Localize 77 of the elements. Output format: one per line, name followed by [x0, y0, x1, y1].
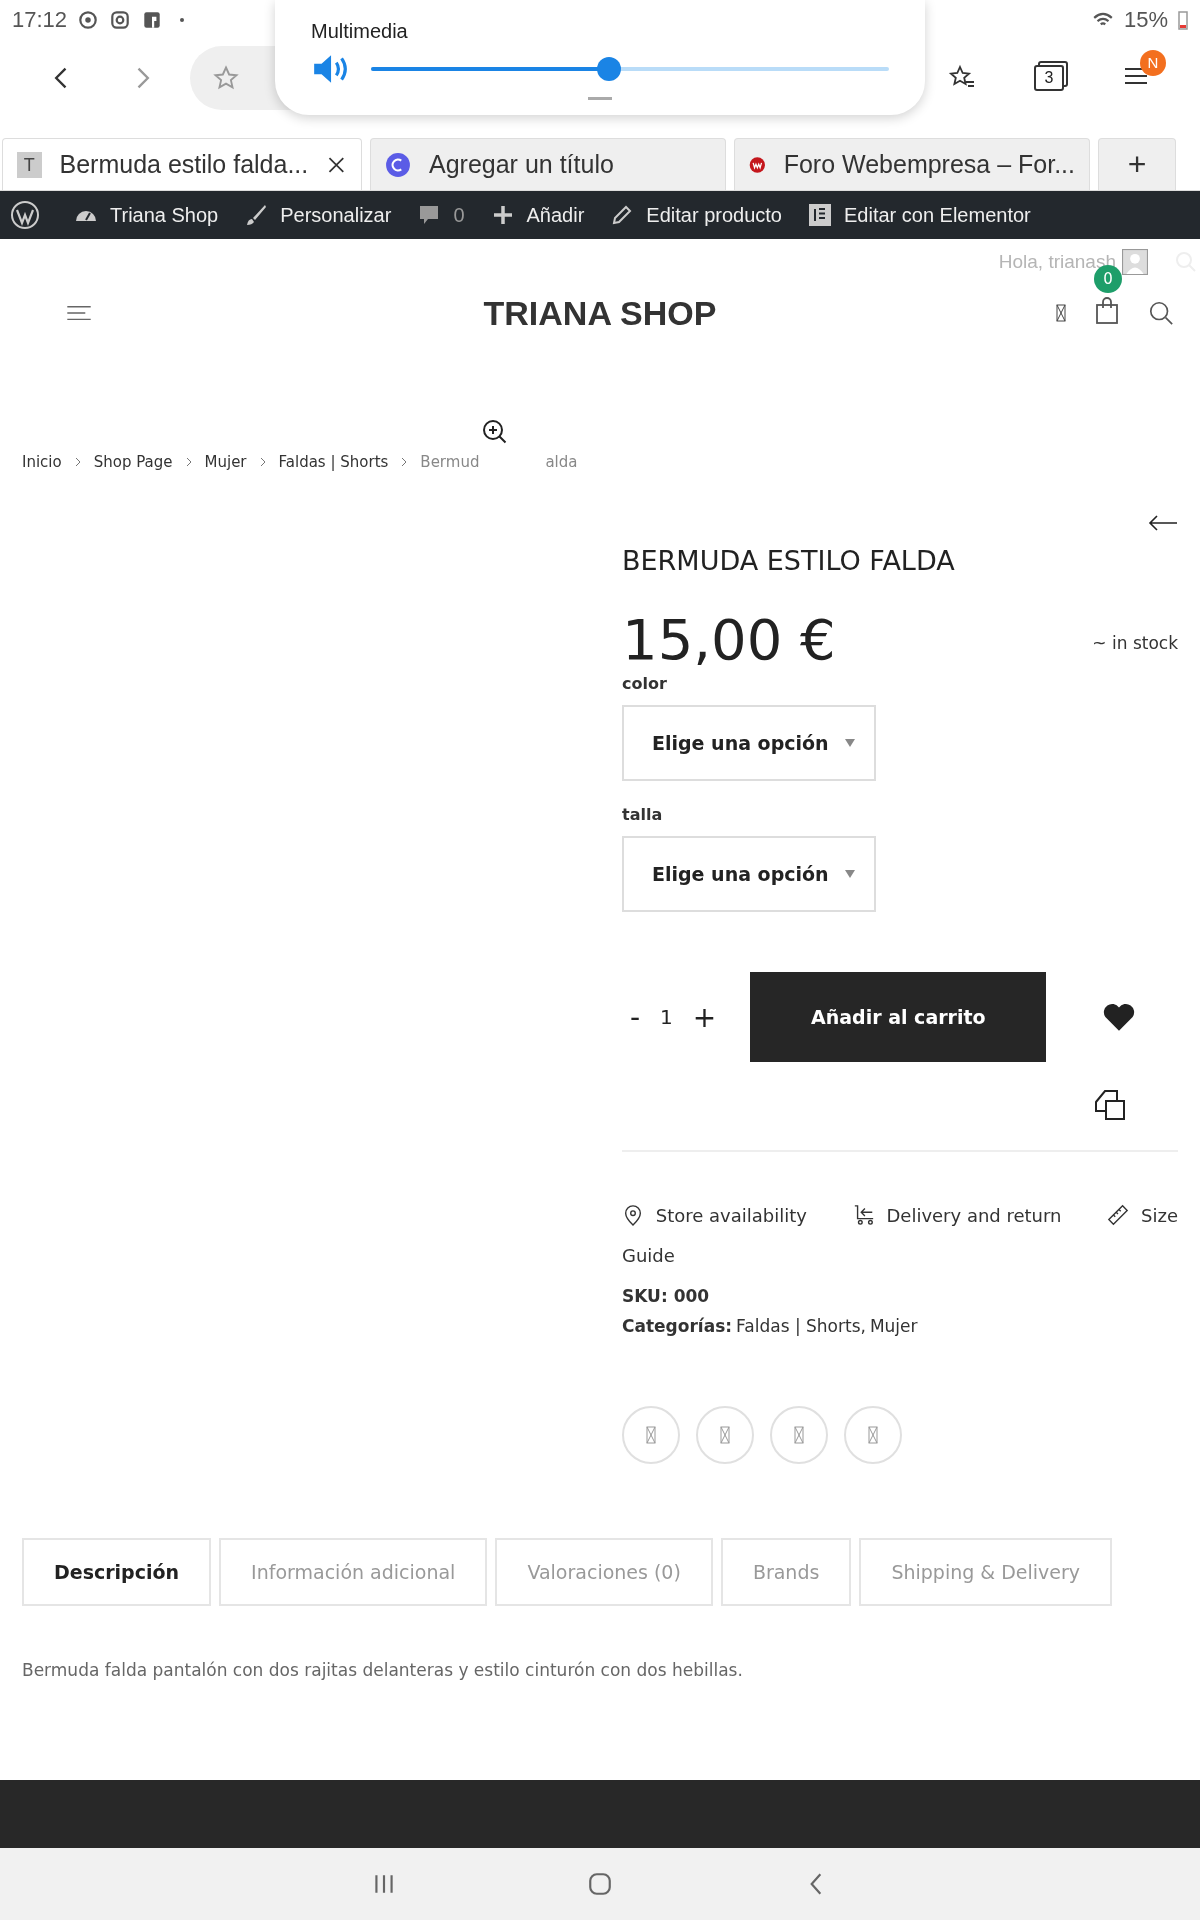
- attribute-label: color: [622, 674, 668, 693]
- browser-tab[interactable]: T Bermuda estilo falda...: [2, 138, 362, 190]
- location-pin-icon: [622, 1204, 644, 1226]
- chevron-icon: [259, 457, 266, 467]
- favicon-icon: [385, 151, 411, 178]
- star-icon[interactable]: [212, 64, 240, 92]
- admin-bar-item[interactable]: 0: [417, 203, 465, 227]
- camera-icon: [109, 9, 132, 31]
- breadcrumb-current: alda: [545, 453, 578, 471]
- admin-bar-item[interactable]: Personalizar: [244, 203, 392, 227]
- dropdown-arrow-icon: [844, 870, 855, 878]
- battery-level: 15%: [1123, 7, 1168, 33]
- breadcrumb-link[interactable]: Mujer: [204, 453, 247, 471]
- product-link[interactable]: Delivery and return: [852, 1196, 1062, 1236]
- missing-glyph-icon: [646, 1425, 656, 1445]
- chevron-icon: [74, 457, 81, 467]
- cart-return-icon: [852, 1204, 875, 1226]
- sync-icon: [77, 9, 100, 31]
- brush-icon: [244, 203, 269, 227]
- notification-badge: N: [1140, 50, 1166, 76]
- categories-label: Categorías:: [622, 1316, 733, 1336]
- admin-bar-item[interactable]: Añadir: [490, 203, 585, 227]
- option-select[interactable]: Elige una opción: [622, 705, 876, 781]
- zoom-in-icon[interactable]: [482, 419, 508, 445]
- dropdown-arrow-icon: [844, 739, 855, 747]
- volume-slider[interactable]: [371, 57, 889, 81]
- wordpress-icon[interactable]: [10, 200, 40, 230]
- copy-icon[interactable]: [1093, 1088, 1127, 1122]
- back-arrow-icon[interactable]: [1148, 515, 1178, 531]
- add-to-cart-button[interactable]: Añadir al carrito: [750, 972, 1047, 1062]
- decrease-button[interactable]: -: [630, 1000, 641, 1034]
- speaker-icon[interactable]: [311, 53, 349, 85]
- product-tab[interactable]: Descripción: [22, 1538, 212, 1606]
- shopping-bag-icon[interactable]: [1094, 297, 1120, 325]
- admin-bar-item[interactable]: Editar con Elementor: [807, 203, 1031, 227]
- popup-title: Multimedia: [311, 20, 409, 43]
- product-description: Bermuda falda pantalón con dos rajitas delanteras y estilo cinturón con dos hebillas.: [22, 1660, 744, 1680]
- clock: 17:12: [12, 7, 68, 33]
- elementor-icon: [807, 203, 832, 227]
- browser-tab[interactable]: Foro Webempresa – For...: [734, 138, 1090, 190]
- admin-bar-item[interactable]: Triana Shop: [74, 203, 219, 227]
- browser-tab[interactable]: Agregar un título: [370, 138, 726, 190]
- avatar-icon: [1122, 249, 1148, 275]
- breadcrumb-current: Bermud: [420, 453, 480, 471]
- option-select[interactable]: Elige una opción: [622, 836, 876, 912]
- separator-text: ,: [860, 1316, 866, 1336]
- home-icon[interactable]: [587, 1871, 613, 1897]
- sku-text: SKU: 000: [622, 1286, 711, 1306]
- stock-status: ~ in stock: [1092, 633, 1178, 653]
- category-link[interactable]: Mujer: [869, 1316, 918, 1336]
- missing-glyph-icon: [720, 1425, 730, 1445]
- product-price: 15,00 €: [622, 612, 836, 668]
- product-title: BERMUDA ESTILO FALDA: [622, 545, 956, 576]
- product-link[interactable]: Guide: [622, 1236, 675, 1276]
- product-link[interactable]: Store availability: [622, 1196, 807, 1236]
- attribute-label: talla: [622, 805, 664, 824]
- menu-icon[interactable]: [66, 304, 92, 322]
- product-link[interactable]: Size: [1107, 1196, 1178, 1236]
- chevron-icon: [185, 457, 192, 467]
- battery-icon: [1178, 9, 1188, 31]
- breadcrumb-link[interactable]: Faldas | Shorts: [278, 453, 389, 471]
- increase-button[interactable]: +: [692, 1000, 717, 1034]
- missing-glyph-icon: [794, 1425, 804, 1445]
- quantity-field[interactable]: 1: [660, 1005, 673, 1029]
- site-logo[interactable]: TRIANA SHOP: [483, 293, 717, 333]
- admin-bar-item[interactable]: Editar producto: [610, 203, 782, 227]
- search-icon[interactable]: [1148, 299, 1174, 327]
- missing-glyph-icon[interactable]: [1056, 303, 1066, 323]
- chevron-icon: [401, 457, 408, 467]
- new-tab-button[interactable]: +: [1098, 138, 1176, 190]
- dot-icon: [179, 17, 186, 23]
- breadcrumb-link[interactable]: Shop Page: [93, 453, 173, 471]
- category-link[interactable]: Faldas | Shorts: [736, 1316, 861, 1336]
- ruler-icon: [1107, 1204, 1130, 1226]
- heart-icon[interactable]: [1102, 1002, 1137, 1032]
- missing-glyph-icon: [868, 1425, 878, 1445]
- breadcrumb-link[interactable]: Inicio: [22, 453, 62, 471]
